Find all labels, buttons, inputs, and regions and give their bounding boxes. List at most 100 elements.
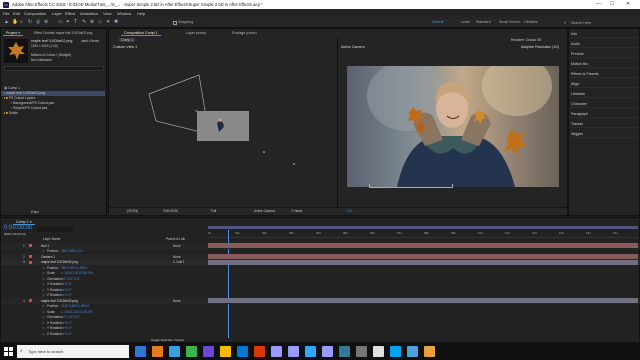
windows-start-icon[interactable] xyxy=(4,347,13,356)
label-color-swatch[interactable] xyxy=(29,255,32,259)
renderer-label[interactable]: Renderer: Classic 3D xyxy=(511,38,541,42)
taskbar-app-icon[interactable] xyxy=(356,346,367,357)
stopwatch-icon[interactable]: ◷ xyxy=(42,326,45,330)
tab-footage[interactable]: Footage (none) xyxy=(229,29,260,36)
panel-paragraph[interactable]: Paragraph xyxy=(569,109,639,118)
stopwatch-icon[interactable]: ◷ xyxy=(42,271,45,275)
parent-dropdown[interactable]: None xyxy=(173,255,181,259)
workspace-learn[interactable]: Learn xyxy=(461,20,470,24)
label-color-swatch[interactable] xyxy=(29,244,32,248)
taskbar-app-icon[interactable] xyxy=(203,346,214,357)
help-search-field[interactable]: Search Help xyxy=(571,21,591,25)
menu-help[interactable]: Help xyxy=(137,11,145,16)
label-color-swatch[interactable] xyxy=(29,260,32,264)
zoom-tool-icon[interactable]: ⌕ xyxy=(20,20,25,25)
taskbar-app-icon[interactable] xyxy=(373,346,384,357)
stopwatch-icon[interactable]: ◷ xyxy=(42,321,45,325)
time-ruler[interactable]: 0s 01s 02s 03s 04s 05s 06s 07s 08s 09s 1… xyxy=(208,230,638,238)
property-value[interactable]: 0.0°,0.0°,0.0° xyxy=(61,315,80,319)
panel-info[interactable]: Info xyxy=(569,29,639,38)
project-item-solids[interactable]: ▸■ Solids xyxy=(4,111,18,116)
tab-layer[interactable]: Layer (none) xyxy=(183,29,209,36)
panel-libraries[interactable]: Libraries xyxy=(569,89,639,98)
property-value[interactable]: 0x+0.0° xyxy=(61,293,72,297)
taskbar-app-icon[interactable] xyxy=(186,346,197,357)
panel-motion-bro[interactable]: Motion Bro xyxy=(569,59,639,68)
views-dropdown[interactable]: 2 Views xyxy=(291,209,302,213)
active-camera-viewer[interactable] xyxy=(347,66,559,187)
type-tool-icon[interactable]: T xyxy=(74,20,79,25)
taskbar-app-icon[interactable] xyxy=(288,346,299,357)
layer-name[interactable]: maple leaf 3-9Cfde02.png xyxy=(41,260,78,264)
menu-animation[interactable]: Animation xyxy=(80,11,98,16)
workspace-standard[interactable]: Standard xyxy=(476,20,491,24)
stopwatch-icon[interactable]: ◷ xyxy=(42,293,45,297)
layer-name[interactable]: Null 1 xyxy=(41,244,49,248)
taskbar-app-icon[interactable] xyxy=(135,346,146,357)
selection-tool-icon[interactable]: ▲ xyxy=(4,20,9,25)
stopwatch-icon[interactable]: ◷ xyxy=(42,277,45,281)
panel-tracker[interactable]: Tracker xyxy=(569,119,639,128)
timeline-search-input[interactable] xyxy=(37,227,73,232)
comp-time-display[interactable]: 0:00:00:00 xyxy=(163,209,178,213)
parent-dropdown[interactable]: None xyxy=(173,244,181,248)
stopwatch-icon[interactable]: ◷ xyxy=(42,310,45,314)
hand-tool-icon[interactable]: ✋ xyxy=(12,20,18,25)
panel-align[interactable]: Align xyxy=(569,79,639,88)
exposure-value[interactable]: +0.0 xyxy=(346,209,352,213)
taskbar-app-icon[interactable] xyxy=(220,346,231,357)
taskbar-app-icon[interactable] xyxy=(407,346,418,357)
brush-tool-icon[interactable]: ✎ xyxy=(82,20,87,25)
property-value[interactable]: 0x+0.0° xyxy=(61,332,72,336)
workspace-default[interactable]: Default xyxy=(432,20,443,24)
tab-composition[interactable]: Composition Comp 1 xyxy=(121,29,161,36)
taskbar-app-icon[interactable] xyxy=(322,346,333,357)
tab-effect-controls[interactable]: Effect Controls maple leaf 3-9Cfde02.png xyxy=(31,29,95,36)
menu-window[interactable]: Window xyxy=(117,11,131,16)
label-color-swatch[interactable] xyxy=(29,299,32,303)
workspace-libraries[interactable]: Libraries xyxy=(524,20,538,24)
puppet-tool-icon[interactable]: ✱ xyxy=(114,20,119,25)
stopwatch-icon[interactable]: ◷ xyxy=(42,282,45,286)
comp-breadcrumb[interactable]: Comp 1 xyxy=(119,38,135,42)
taskbar-app-icon[interactable] xyxy=(390,346,401,357)
taskbar-app-icon[interactable] xyxy=(305,346,316,357)
clone-tool-icon[interactable]: ⊗ xyxy=(90,20,95,25)
toggle-switches-modes[interactable]: Toggle Switches / Modes xyxy=(151,338,184,342)
camera-dropdown[interactable]: Active Camera xyxy=(254,209,275,213)
timeline-timecode[interactable]: 0:00:00:00 xyxy=(4,225,32,231)
zoom-dropdown[interactable]: (33.3%) xyxy=(127,209,138,213)
project-search-input[interactable] xyxy=(4,66,104,71)
property-value[interactable]: 1142.0,380.0,-869.0 xyxy=(61,304,89,308)
panel-character[interactable]: Character xyxy=(569,99,639,108)
camera-tool-icon[interactable]: ◎ xyxy=(36,20,41,25)
tab-project[interactable]: Project ≡ xyxy=(3,29,24,36)
bpc-label[interactable]: 8 bpc xyxy=(31,210,39,214)
stopwatch-icon[interactable]: ◷ xyxy=(42,266,45,270)
taskbar-search[interactable]: ⌕ Type here to search xyxy=(17,345,129,358)
stopwatch-icon[interactable]: ◷ xyxy=(42,288,45,292)
menu-effect[interactable]: Effect xyxy=(65,11,75,16)
layer-name[interactable]: Camera 1 xyxy=(41,255,55,259)
taskbar-app-icon[interactable] xyxy=(339,346,350,357)
panel-preview[interactable]: Preview xyxy=(569,49,639,58)
property-value[interactable]: 0.0°,0.0°,0.0° xyxy=(61,277,80,281)
stopwatch-icon[interactable]: ◷ xyxy=(42,315,45,319)
menu-layer[interactable]: Layer xyxy=(52,11,62,16)
menu-file[interactable]: File xyxy=(3,11,9,16)
taskbar-app-icon[interactable] xyxy=(237,346,248,357)
eraser-tool-icon[interactable]: ◇ xyxy=(98,20,103,25)
maximize-button[interactable]: ☐ xyxy=(610,1,614,7)
workspace-small-screen[interactable]: Small Screen xyxy=(499,20,520,24)
panel-audio[interactable]: Audio xyxy=(569,39,639,48)
taskbar-app-icon[interactable] xyxy=(169,346,180,357)
property-value[interactable]: 960.0,540.0,0.0 xyxy=(61,249,83,253)
shape-tool-icon[interactable]: ▭ xyxy=(58,20,63,25)
stopwatch-icon[interactable]: ◷ xyxy=(42,249,45,253)
pen-tool-icon[interactable]: ✒ xyxy=(66,20,71,25)
property-value[interactable]: ∞ 100.0,100.0,100.0% xyxy=(61,271,93,275)
menu-edit[interactable]: Edit xyxy=(13,11,20,16)
stopwatch-icon[interactable]: ◷ xyxy=(42,304,45,308)
taskbar-app-icon[interactable] xyxy=(152,346,163,357)
property-value[interactable]: 390.0,391.0,-908.1 xyxy=(61,266,88,270)
